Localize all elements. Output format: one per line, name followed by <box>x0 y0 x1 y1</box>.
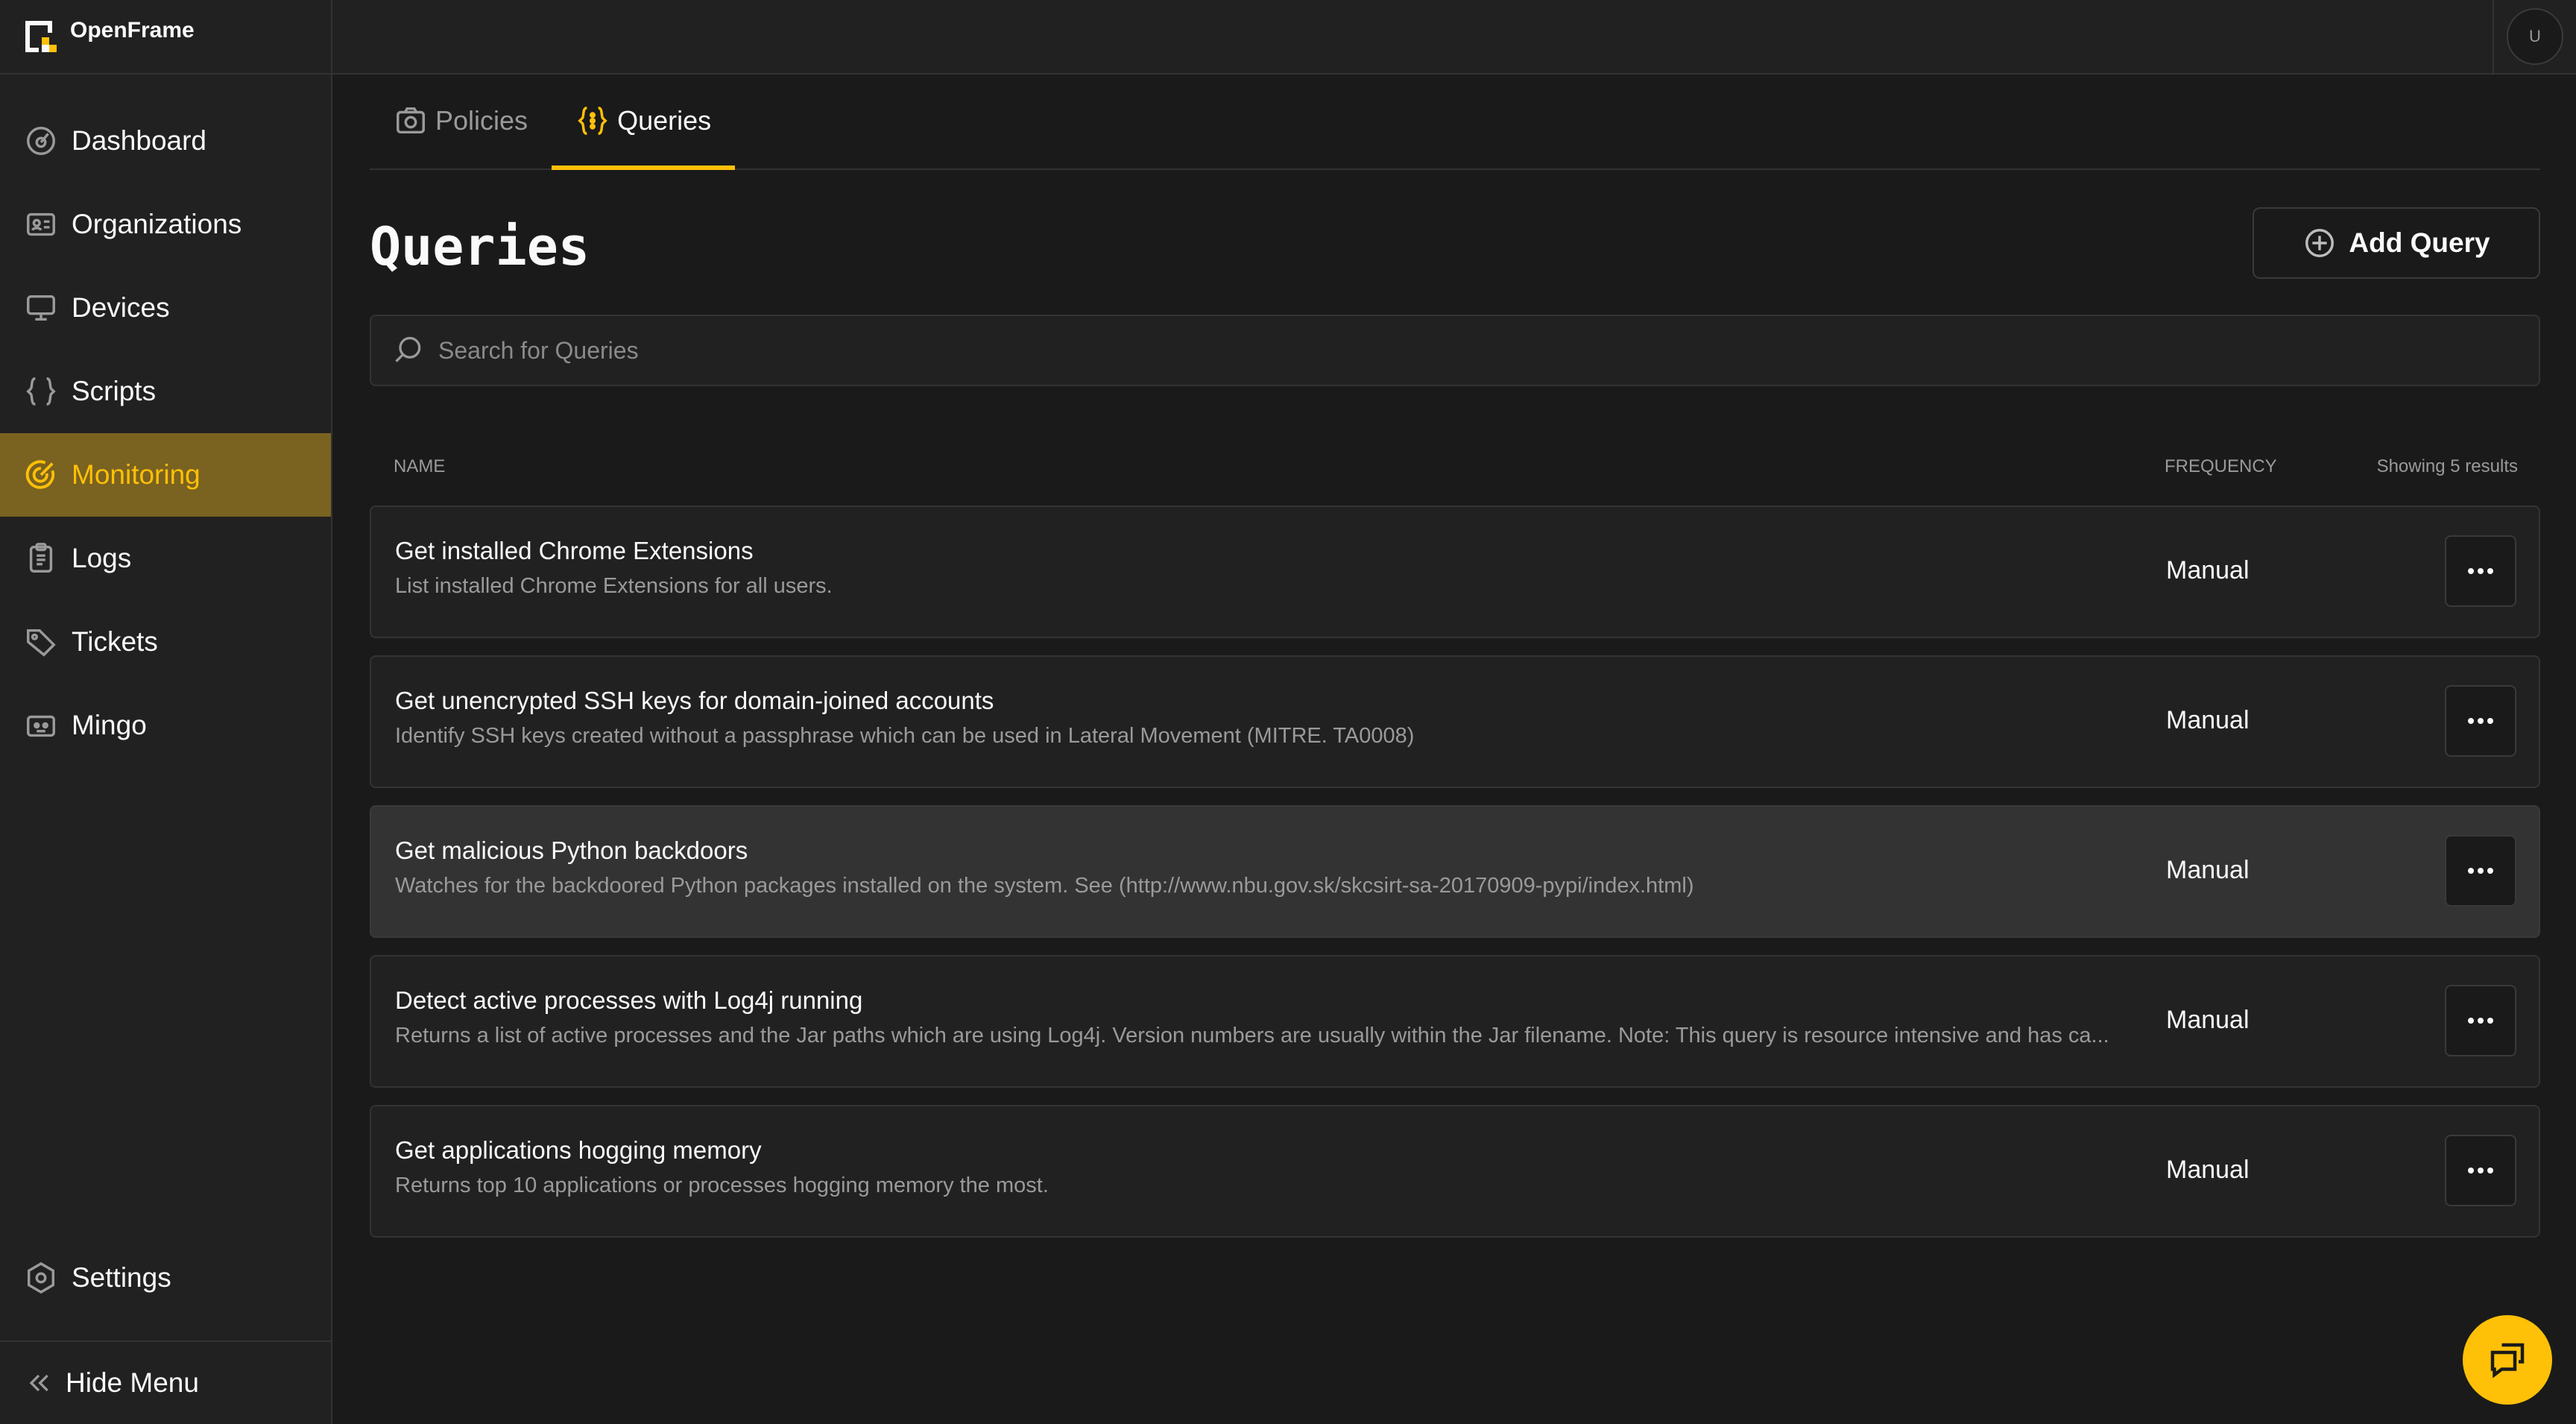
chevrons-left-icon <box>24 1368 54 1398</box>
logo[interactable]: OpenFrame <box>0 0 331 75</box>
sidebar-item-label: Monitoring <box>72 459 201 490</box>
sidebar-item-tickets[interactable]: Tickets <box>0 600 331 684</box>
sidebar-item-label: Tickets <box>72 626 158 657</box>
add-query-label: Add Query <box>2349 227 2490 258</box>
page-title: Queries <box>370 216 590 277</box>
organizations-icon <box>24 207 58 242</box>
camera-icon <box>394 104 428 138</box>
row-actions-button[interactable] <box>2445 985 2516 1056</box>
column-header-name[interactable]: NAME <box>394 456 445 477</box>
query-title: Get malicious Python backdoors <box>395 837 748 864</box>
sidebar-item-label: Dashboard <box>72 125 207 156</box>
sidebar: OpenFrame Dashboard Organizations Device… <box>0 0 332 1424</box>
sidebar-item-settings[interactable]: Settings <box>0 1236 331 1320</box>
query-frequency: Manual <box>2166 856 2250 884</box>
query-frequency: Manual <box>2166 706 2250 734</box>
sidebar-item-dashboard[interactable]: Dashboard <box>0 99 331 183</box>
monitoring-icon <box>24 458 58 492</box>
query-description: Returns a list of active processes and t… <box>395 1024 2109 1047</box>
query-title: Get installed Chrome Extensions <box>395 537 754 564</box>
tab-queries[interactable]: Queries <box>552 73 736 170</box>
dashboard-icon <box>24 124 58 158</box>
query-description: Identify SSH keys created without a pass… <box>395 724 1415 748</box>
main-content: Policies Queries Queries Add Query NAME … <box>370 75 2540 1238</box>
bot-icon <box>24 708 58 743</box>
table-row[interactable]: Get applications hogging memory Returns … <box>370 1105 2540 1238</box>
query-description: List installed Chrome Extensions for all… <box>395 574 833 598</box>
search-bar <box>370 315 2540 386</box>
table-row[interactable]: Get malicious Python backdoors Watches f… <box>370 805 2540 938</box>
query-title: Detect active processes with Log4j runni… <box>395 986 863 1014</box>
query-title: Get unencrypted SSH keys for domain-join… <box>395 687 994 714</box>
top-bar: U <box>332 0 2576 75</box>
query-title: Get applications hogging memory <box>395 1136 762 1164</box>
query-frequency: Manual <box>2166 556 2250 585</box>
sidebar-item-label: Logs <box>72 543 132 573</box>
user-menu[interactable]: U <box>2493 0 2576 73</box>
sidebar-item-scripts[interactable]: Scripts <box>0 350 331 433</box>
hide-menu-label: Hide Menu <box>66 1367 199 1398</box>
sidebar-item-label: Devices <box>72 292 170 323</box>
row-actions-button[interactable] <box>2445 835 2516 907</box>
results-count: Showing 5 results <box>2376 456 2518 476</box>
app-name: OpenFrame <box>70 18 195 42</box>
search-icon <box>392 334 425 367</box>
add-query-button[interactable]: Add Query <box>2253 207 2540 279</box>
table-row[interactable]: Get unencrypted SSH keys for domain-join… <box>370 655 2540 788</box>
tab-label: Policies <box>435 105 528 136</box>
sidebar-item-devices[interactable]: Devices <box>0 266 331 350</box>
monitor-icon <box>24 291 58 325</box>
page-header: Queries Add Query <box>370 170 2540 315</box>
query-frequency: Manual <box>2166 1156 2250 1184</box>
sidebar-item-monitoring[interactable]: Monitoring <box>0 433 331 517</box>
query-frequency: Manual <box>2166 1006 2250 1034</box>
sidebar-item-label: Organizations <box>72 209 242 239</box>
table-row[interactable]: Get installed Chrome Extensions List ins… <box>370 505 2540 638</box>
column-header-frequency[interactable]: FREQUENCY <box>2165 456 2277 477</box>
table-header: NAME FREQUENCY Showing 5 results <box>370 453 2540 483</box>
clipboard-icon <box>24 541 58 576</box>
chat-support-button[interactable] <box>2463 1315 2552 1405</box>
row-actions-button[interactable] <box>2445 1135 2516 1206</box>
plus-circle-icon <box>2302 226 2337 260</box>
more-horizontal-icon <box>2465 716 2496 726</box>
more-horizontal-icon <box>2465 566 2496 576</box>
table-row[interactable]: Detect active processes with Log4j runni… <box>370 955 2540 1088</box>
braces-icon <box>24 374 58 409</box>
sidebar-item-label: Scripts <box>72 376 157 406</box>
more-horizontal-icon <box>2465 1015 2496 1026</box>
tag-icon <box>24 625 58 659</box>
tab-bar: Policies Queries <box>370 75 2540 170</box>
query-description: Returns top 10 applications or processes… <box>395 1173 1049 1197</box>
openframe-logo-icon <box>22 18 60 55</box>
more-horizontal-icon <box>2465 866 2496 876</box>
row-actions-button[interactable] <box>2445 685 2516 757</box>
gear-icon <box>24 1261 58 1295</box>
braces-dots-icon <box>575 104 610 138</box>
tab-policies[interactable]: Policies <box>370 73 552 168</box>
sidebar-nav: Dashboard Organizations Devices Scripts … <box>0 99 331 767</box>
sidebar-item-label: Mingo <box>72 710 147 740</box>
avatar[interactable]: U <box>2507 8 2563 65</box>
chat-bubble-icon <box>2485 1338 2530 1382</box>
hide-menu-button[interactable]: Hide Menu <box>0 1340 331 1424</box>
sidebar-item-organizations[interactable]: Organizations <box>0 183 331 266</box>
sidebar-item-label: Settings <box>72 1262 171 1293</box>
more-horizontal-icon <box>2465 1165 2496 1176</box>
tab-label: Queries <box>617 105 712 136</box>
search-input[interactable] <box>438 336 2539 365</box>
query-description: Watches for the backdoored Python packag… <box>395 874 1694 898</box>
sidebar-item-mingo[interactable]: Mingo <box>0 684 331 767</box>
row-actions-button[interactable] <box>2445 535 2516 607</box>
queries-list: Get installed Chrome Extensions List ins… <box>370 505 2540 1255</box>
sidebar-item-logs[interactable]: Logs <box>0 517 331 600</box>
